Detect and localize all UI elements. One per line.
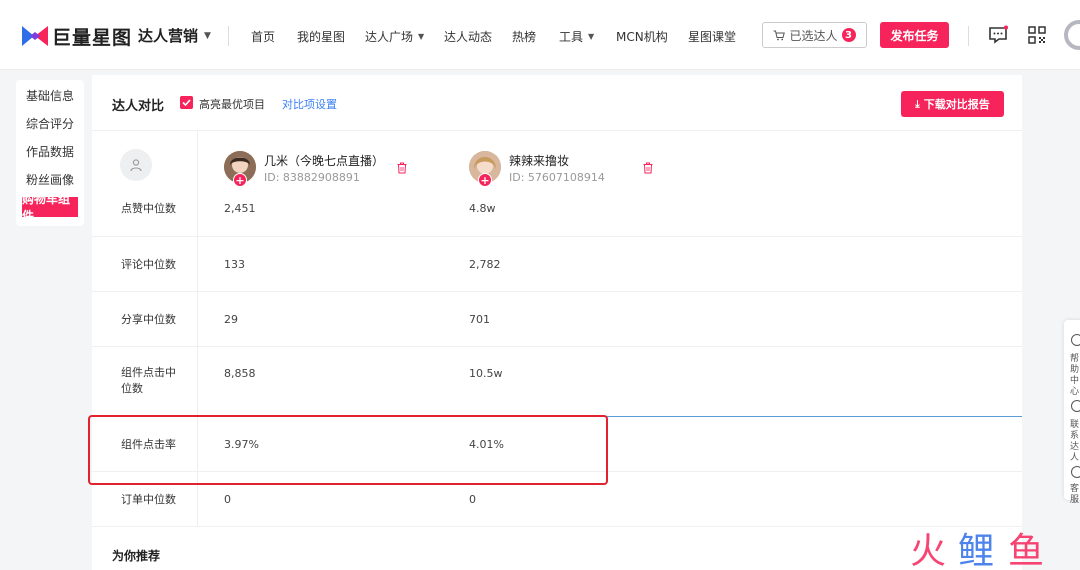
side-item-overall-score[interactable]: 综合评分 (16, 111, 84, 135)
brand-logo[interactable]: 巨量星图 (22, 22, 132, 50)
kol1-value: 29 (224, 313, 238, 326)
nav-item-my-xingtu[interactable]: 我的星图 (297, 28, 345, 45)
kol-id: ID: 83882908891 (264, 171, 360, 184)
table-row: 分享中位数 29 701 (92, 292, 1022, 347)
kol-name[interactable]: 几米（今晚七点直播） (264, 152, 384, 169)
svg-text:鱼: 鱼 (1008, 531, 1044, 570)
user-avatar[interactable] (1064, 20, 1080, 50)
help-icon[interactable] (1071, 334, 1080, 346)
top-navigation-bar: 巨量星图 达人营销 ▼ 首页 我的星图 达人广场 ▼ 达人动态 热榜 工具 ▼ MC… (0, 0, 1080, 70)
kol2-value: 4.8w (469, 202, 496, 215)
metric-label: 点赞中位数 (121, 202, 176, 215)
logo-icon (22, 26, 48, 46)
comparison-header: 达人对比 高亮最优项目 对比项设置 ⤓ 下载对比报告 (92, 75, 1022, 131)
nav-item-kol-updates[interactable]: 达人动态 (444, 28, 492, 45)
divider (968, 26, 969, 46)
side-item-basic-info[interactable]: 基础信息 (16, 83, 84, 107)
download-report-button[interactable]: ⤓ 下载对比报告 (901, 91, 1004, 117)
metric-label: 订单中位数 (121, 493, 176, 506)
highlight-best-checkbox[interactable] (180, 96, 193, 109)
svg-text:鲤: 鲤 (958, 531, 994, 570)
page-title: 达人对比 (112, 99, 165, 114)
floating-toolbar: 帮助中心 联系达人 客服 (1064, 320, 1080, 505)
side-item-fan-profile[interactable]: 粉丝画像 (16, 167, 84, 191)
product-switcher-label: 达人营销 (138, 27, 199, 45)
nav-item-kol-plaza[interactable]: 达人广场 ▼ (365, 28, 424, 45)
nav-item-tools[interactable]: 工具 ▼ (559, 28, 594, 45)
chevron-down-icon: ▼ (588, 32, 595, 41)
kol1-value: 8,858 (224, 367, 256, 380)
side-item-works-data[interactable]: 作品数据 (16, 139, 84, 163)
recommend-title: 为你推荐 (112, 549, 161, 563)
contact-kol-link[interactable]: 联系达人 (1070, 420, 1080, 464)
kol2-value: 10.5w (469, 367, 503, 380)
download-icon: ⤓ (915, 98, 920, 110)
metric-label: 评论中位数 (121, 258, 176, 271)
metric-label: 分享中位数 (121, 313, 176, 326)
kol1-value: 133 (224, 258, 245, 271)
side-item-cart-component[interactable]: 购物车组件 (22, 192, 78, 223)
contact-icon[interactable] (1071, 400, 1080, 412)
selected-kols-button[interactable]: 已选达人 3 (762, 22, 867, 48)
publish-task-button[interactable]: 发布任务 (880, 22, 949, 48)
table-row: 点赞中位数 2,451 4.8w (92, 200, 1022, 237)
brand-name: 巨量星图 (52, 26, 133, 49)
product-switcher[interactable]: 达人营销 ▼ (138, 25, 211, 46)
delete-icon[interactable] (397, 162, 407, 174)
chevron-down-icon: ▼ (418, 32, 425, 41)
nav-item-classroom[interactable]: 星图课堂 (688, 28, 736, 45)
kol-column-header: + 几米（今晚七点直播） ID: 83882908891 (224, 151, 454, 187)
kol1-value: 0 (224, 493, 231, 506)
message-icon[interactable] (988, 25, 1008, 45)
kol-name[interactable]: 辣辣来撸妆 (509, 152, 569, 169)
metric-label: 组件点击中位数 (121, 366, 176, 395)
kol2-value: 0 (469, 493, 476, 506)
customer-service-link[interactable]: 客服 (1070, 484, 1080, 506)
kol1-value: 2,451 (224, 202, 256, 215)
follow-plus-icon[interactable]: + (478, 173, 492, 187)
table-row: 评论中位数 133 2,782 (92, 237, 1022, 292)
chevron-down-icon: ▼ (204, 30, 211, 41)
kol-column-header: + 辣辣来撸妆 ID: 57607108914 (469, 151, 699, 187)
divider (228, 26, 229, 46)
section-side-menu: 基础信息 综合评分 作品数据 粉丝画像 购物车组件 (16, 80, 84, 226)
kol2-value: 701 (469, 313, 490, 326)
selected-count-badge: 3 (841, 28, 856, 42)
nav-item-mcn[interactable]: MCN机构 (616, 28, 668, 45)
kol-id: ID: 57607108914 (509, 171, 605, 184)
delete-icon[interactable] (643, 162, 653, 174)
comparison-panel: 达人对比 高亮最优项目 对比项设置 ⤓ 下载对比报告 + 几米（今晚七点直播） (92, 75, 1022, 570)
follow-plus-icon[interactable]: + (233, 173, 247, 187)
kol2-value: 2,782 (469, 258, 501, 271)
user-icon (130, 159, 142, 172)
add-kol-placeholder[interactable] (120, 149, 152, 181)
nav-item-hot-list[interactable]: 热榜 (512, 28, 536, 45)
table-row: 组件点击中位数 8,858 10.5w (92, 347, 1022, 416)
cart-icon (773, 30, 786, 40)
help-center-link[interactable]: 帮助中心 (1070, 354, 1080, 398)
download-report-label: 下载对比报告 (923, 98, 990, 111)
annotation-highlight-box (88, 415, 608, 485)
qr-code-icon[interactable] (1028, 26, 1046, 44)
selected-kols-label: 已选达人 (789, 28, 838, 43)
compare-settings-link[interactable]: 对比项设置 (282, 96, 337, 112)
highlight-best-label[interactable]: 高亮最优项目 (199, 96, 265, 112)
svg-text:火: 火 (910, 531, 946, 570)
nav-item-home[interactable]: 首页 (251, 28, 275, 45)
headset-icon[interactable] (1071, 466, 1080, 478)
watermark-logo: 火 鲤 鱼 (910, 531, 1044, 570)
